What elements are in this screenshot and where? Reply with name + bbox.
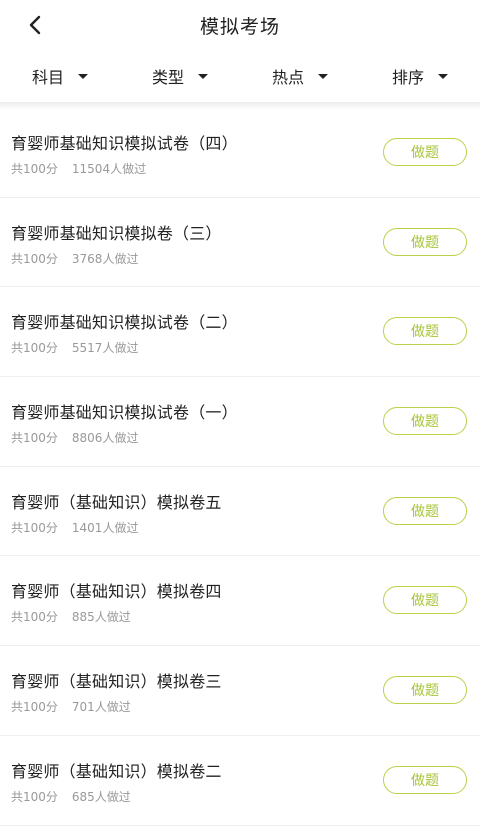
exam-count: 11504人做过 [71, 162, 147, 176]
caret-down-icon [438, 74, 448, 79]
filter-label: 排序 [391, 68, 424, 87]
exam-count: 3768人做过 [71, 251, 139, 266]
list-item[interactable]: 育婴师基础知识模拟试卷（四） 共100分 11504人做过 做题 [0, 108, 480, 198]
filter-sort[interactable]: 排序 [360, 50, 480, 102]
list-item[interactable]: 育婴师（基础知识）模拟卷四 共100分 885人做过 做题 [0, 556, 480, 647]
exam-meta: 共100分 1401人做过 [11, 519, 138, 536]
filter-subject[interactable]: 科目 [0, 50, 120, 102]
do-exam-button[interactable]: 做题 [383, 227, 467, 256]
filter-label: 热点 [271, 68, 304, 87]
exam-meta: 共100分 5517人做过 [11, 339, 138, 356]
list-item[interactable]: 育婴师（基础知识）模拟卷二 共100分 685人做过 做题 [0, 736, 480, 826]
exam-score: 共100分 [11, 162, 58, 176]
filter-bar: 科目 类型 热点 排序 [0, 50, 480, 102]
do-exam-button[interactable]: 做题 [383, 676, 467, 705]
exam-score: 共100分 [11, 610, 58, 625]
do-exam-button[interactable]: 做题 [383, 407, 467, 436]
caret-down-icon [78, 74, 88, 79]
exam-title: 育婴师（基础知识）模拟卷五 [11, 492, 222, 512]
exam-title: 育婴师（基础知识）模拟卷四 [11, 582, 222, 602]
exam-count: 885人做过 [71, 610, 131, 625]
exam-meta: 共100分 701人做过 [11, 698, 131, 715]
caret-down-icon [198, 74, 208, 79]
exam-title: 育婴师基础知识模拟试卷（一） [11, 403, 238, 423]
back-button[interactable] [18, 8, 52, 42]
do-exam-button[interactable]: 做题 [383, 765, 467, 794]
exam-score: 共100分 [11, 251, 58, 266]
header: 模拟考场 [0, 0, 480, 50]
exam-title: 育婴师（基础知识）模拟卷三 [11, 672, 222, 692]
exam-title: 育婴师基础知识模拟试卷（四） [11, 134, 238, 153]
exam-meta: 共100分 3768人做过 [11, 250, 138, 267]
do-exam-button[interactable]: 做题 [383, 138, 467, 166]
exam-score: 共100分 [11, 700, 58, 715]
list-item[interactable]: 育婴师基础知识模拟试卷（一） 共100分 8806人做过 做题 [0, 377, 480, 467]
caret-down-icon [318, 74, 328, 79]
filter-label: 类型 [151, 68, 184, 87]
exam-count: 8806人做过 [71, 431, 139, 446]
exam-count: 1401人做过 [71, 520, 139, 535]
exam-score: 共100分 [11, 341, 58, 356]
exam-list: 育婴师基础知识模拟试卷（四） 共100分 11504人做过 做题 育婴师基础知识模… [0, 108, 480, 826]
chevron-left-icon [29, 15, 41, 35]
list-item[interactable]: 育婴师基础知识模拟试卷（二） 共100分 5517人做过 做题 [0, 287, 480, 378]
list-item[interactable]: 育婴师基础知识模拟卷（三） 共100分 3768人做过 做题 [0, 198, 480, 288]
exam-meta: 共100分 11504人做过 [11, 160, 146, 177]
exam-title: 育婴师（基础知识）模拟卷二 [11, 761, 222, 781]
exam-title: 育婴师基础知识模拟试卷（二） [11, 313, 238, 333]
exam-score: 共100分 [11, 789, 58, 804]
filter-type[interactable]: 类型 [120, 50, 240, 102]
do-exam-button[interactable]: 做题 [383, 317, 467, 346]
list-item[interactable]: 育婴师（基础知识）模拟卷五 共100分 1401人做过 做题 [0, 467, 480, 557]
list-item[interactable]: 育婴师（基础知识）模拟卷三 共100分 701人做过 做题 [0, 646, 480, 736]
exam-meta: 共100分 885人做过 [11, 608, 131, 625]
exam-meta: 共100分 685人做过 [11, 788, 131, 805]
page-title: 模拟考场 [199, 15, 280, 38]
filter-hot[interactable]: 热点 [240, 50, 360, 102]
exam-count: 701人做过 [71, 700, 131, 715]
exam-score: 共100分 [11, 520, 58, 535]
filter-label: 科目 [31, 68, 64, 87]
exam-score: 共100分 [11, 431, 58, 446]
exam-title: 育婴师基础知识模拟卷（三） [11, 223, 222, 243]
exam-count: 5517人做过 [71, 341, 139, 356]
exam-meta: 共100分 8806人做过 [11, 429, 138, 446]
do-exam-button[interactable]: 做题 [383, 496, 467, 525]
exam-count: 685人做过 [71, 789, 131, 804]
do-exam-button[interactable]: 做题 [383, 586, 467, 615]
